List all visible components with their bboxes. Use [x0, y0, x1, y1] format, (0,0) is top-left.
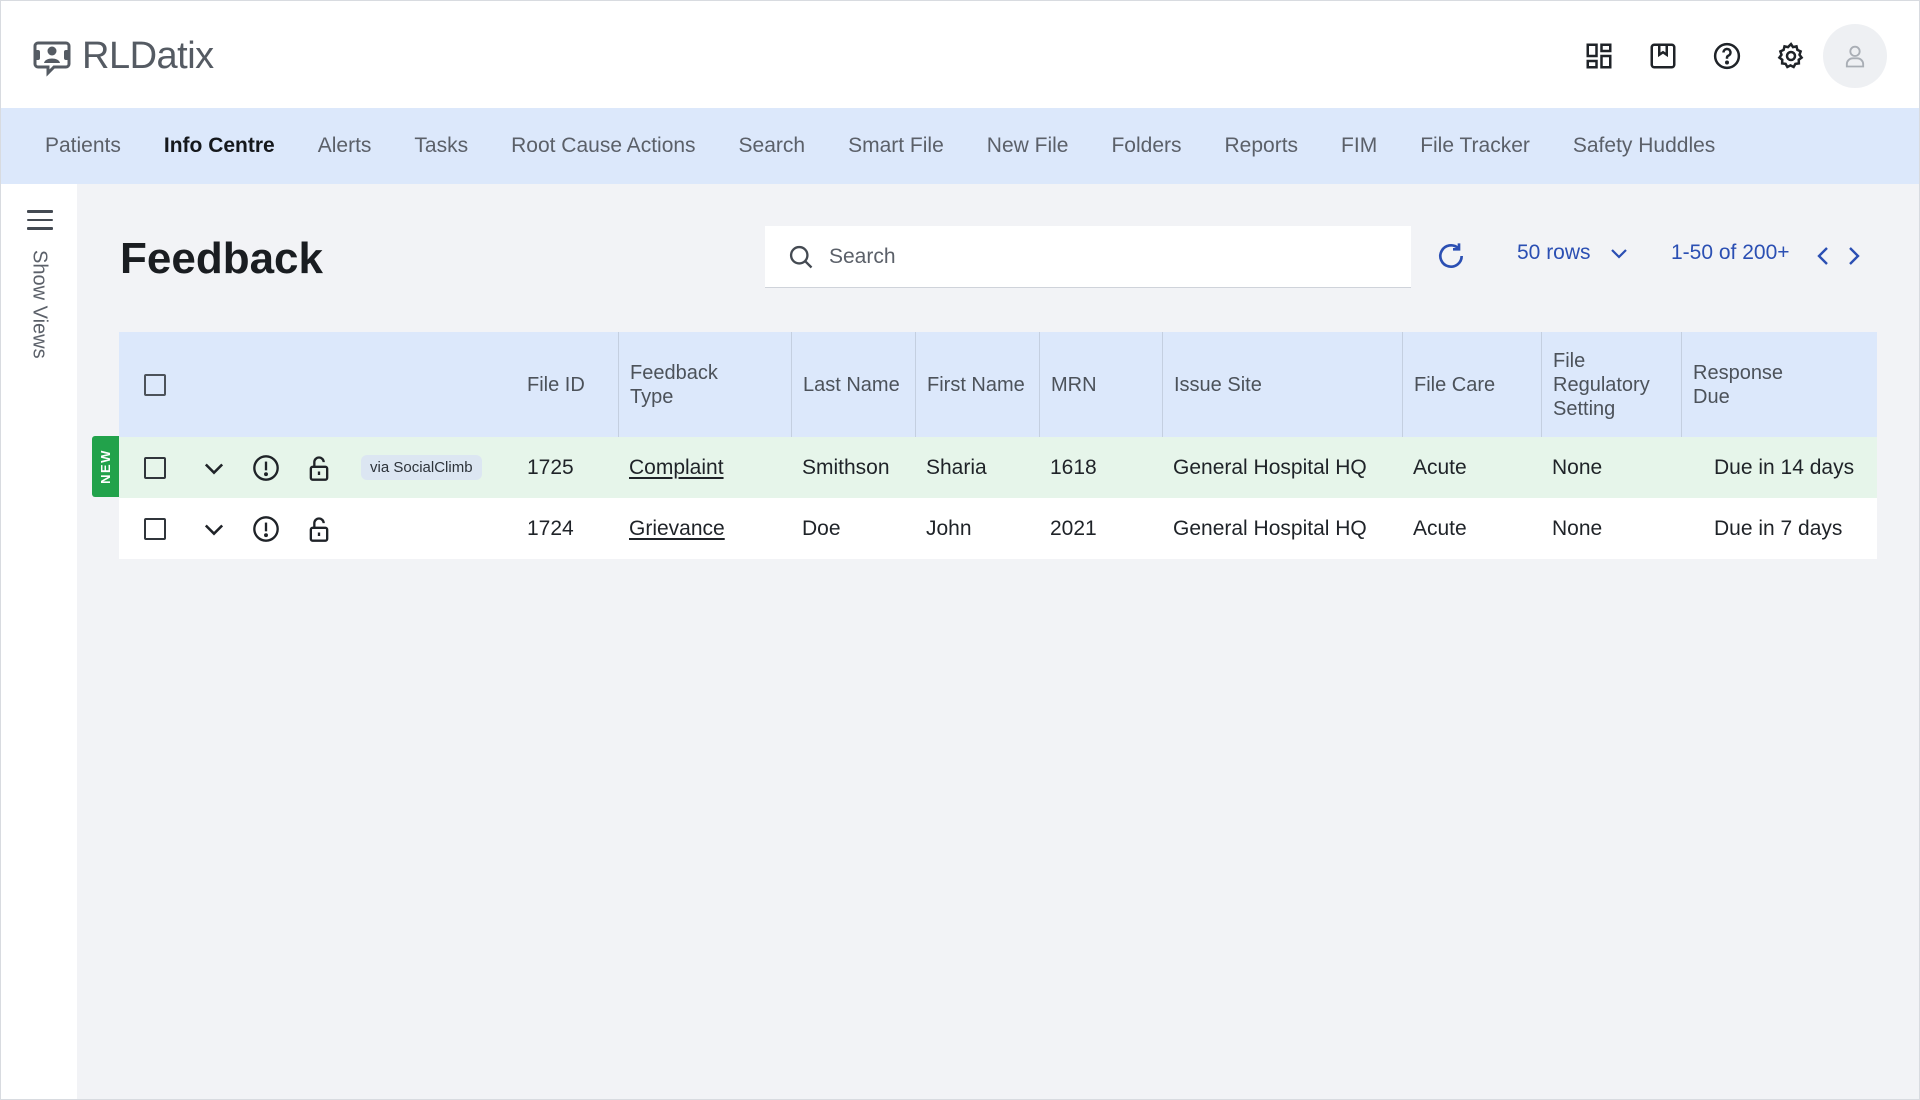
nav-item-new-file[interactable]: New File [987, 134, 1069, 158]
cell-first-name: John [926, 516, 972, 540]
nav-item-patients[interactable]: Patients [45, 134, 121, 158]
brand-name: RLDatix [82, 35, 214, 77]
chevron-right-icon[interactable] [1843, 243, 1865, 269]
search-input[interactable] [829, 244, 1389, 269]
brand-logo[interactable]: RLDatix [32, 35, 214, 78]
cell-regulatory-setting: None [1552, 516, 1603, 540]
bookmark-button[interactable] [1631, 25, 1695, 87]
select-all-cell [133, 332, 166, 437]
cell-last-name: Doe [802, 516, 841, 540]
nav-item-file-tracker[interactable]: File Tracker [1420, 134, 1530, 158]
nav-item-reports[interactable]: Reports [1225, 134, 1299, 158]
cell-response-due: Due in 14 days [1714, 455, 1855, 479]
settings-icon [1777, 42, 1804, 69]
rows-per-page-value: 50 rows [1517, 241, 1591, 264]
settings-button[interactable] [1759, 25, 1823, 87]
new-badge-label: NEW [98, 449, 113, 484]
unlock-icon[interactable] [305, 454, 333, 482]
table-row[interactable]: 1724 Grievance Doe John 2021 General Hos… [119, 498, 1877, 559]
col-regulatory-setting[interactable]: File Regulatory Setting [1541, 332, 1681, 437]
col-feedback-type-line2: Type [630, 385, 674, 408]
nav-item-tasks[interactable]: Tasks [414, 134, 468, 158]
chevron-down-icon[interactable] [200, 454, 228, 482]
user-avatar[interactable] [1823, 24, 1887, 88]
menu-icon[interactable] [27, 210, 53, 230]
feedback-table: File ID Feedback Type Last Name First Nam… [119, 332, 1877, 559]
feedback-type-link[interactable]: Grievance [629, 517, 725, 541]
feedback-type-link[interactable]: Complaint [629, 456, 724, 480]
pagination-range: 1-50 of 200+ [1671, 241, 1790, 264]
cell-issue-site: General Hospital HQ [1173, 516, 1367, 540]
col-first-name[interactable]: First Name [915, 332, 1039, 437]
source-badge: via SocialClimb [361, 455, 482, 480]
alert-icon[interactable] [252, 454, 280, 482]
logo-icon [33, 41, 71, 77]
alert-icon[interactable] [252, 515, 280, 543]
unlock-icon[interactable] [305, 515, 333, 543]
col-reg-line3: Setting [1553, 397, 1616, 420]
cell-issue-site: General Hospital HQ [1173, 455, 1367, 479]
nav-item-info-centre[interactable]: Info Centre [164, 134, 275, 158]
cell-file-care: Acute [1413, 455, 1467, 479]
bookmark-icon [1650, 43, 1676, 69]
col-response-line1: Response [1693, 361, 1784, 384]
show-views-toggle[interactable]: Show Views [28, 250, 51, 359]
top-header: RLDatix [1, 1, 1919, 108]
col-file-id[interactable]: File ID [516, 332, 585, 437]
cell-file-id: 1725 [527, 455, 574, 479]
help-button[interactable] [1695, 25, 1759, 87]
nav-item-search[interactable]: Search [739, 134, 806, 158]
nav-item-smart-file[interactable]: Smart File [848, 134, 944, 158]
col-reg-line1: File [1553, 349, 1586, 372]
col-reg-line2: Regulatory [1553, 373, 1650, 396]
search-icon [789, 245, 813, 268]
chevron-left-icon[interactable] [1812, 243, 1834, 269]
table-header: File ID Feedback Type Last Name First Nam… [119, 332, 1877, 437]
user-avatar-icon [1845, 45, 1865, 68]
nav-item-alerts[interactable]: Alerts [318, 134, 372, 158]
nav-item-fim[interactable]: FIM [1341, 134, 1377, 158]
cell-file-id: 1724 [527, 516, 574, 540]
dashboard-icon [1586, 43, 1612, 69]
col-issue-site[interactable]: Issue Site [1162, 332, 1402, 437]
help-icon [1713, 42, 1741, 70]
nav-item-safety-huddles[interactable]: Safety Huddles [1573, 134, 1715, 158]
page-title: Feedback [120, 234, 323, 283]
views-sidebar: Show Views [1, 184, 77, 1099]
col-response-line2: Due [1693, 385, 1730, 408]
dashboard-button[interactable] [1567, 25, 1631, 87]
row-checkbox[interactable] [144, 517, 166, 540]
nav-item-root-cause-actions[interactable]: Root Cause Actions [511, 134, 695, 158]
cell-last-name: Smithson [802, 455, 890, 479]
col-file-care[interactable]: File Care [1402, 332, 1541, 437]
chevron-down-icon[interactable] [200, 515, 228, 543]
cell-response-due: Due in 7 days [1714, 516, 1843, 540]
table-row[interactable]: via SocialClimb 1725 Complaint Smithson … [119, 437, 1877, 498]
cell-file-care: Acute [1413, 516, 1467, 540]
main-nav: Patients Info Centre Alerts Tasks Root C… [1, 108, 1919, 184]
nav-item-folders[interactable]: Folders [1111, 134, 1181, 158]
refresh-icon[interactable] [1435, 240, 1467, 272]
main-content: Feedback 50 rows 1-50 of 200+ File ID [77, 184, 1919, 1099]
cell-mrn: 2021 [1050, 516, 1097, 540]
search-box [765, 226, 1411, 288]
app-window: RLDatix Patients Info Centre Alerts Task… [0, 0, 1920, 1100]
header-actions [1567, 24, 1887, 88]
cell-regulatory-setting: None [1552, 455, 1603, 479]
cell-first-name: Sharia [926, 455, 987, 479]
col-response-due[interactable]: Response Due [1681, 332, 1877, 437]
rows-per-page-select[interactable]: 50 rows [1517, 241, 1631, 265]
select-all-checkbox[interactable] [144, 373, 166, 396]
row-checkbox[interactable] [144, 456, 166, 479]
col-feedback-type-line1: Feedback [630, 361, 718, 384]
col-mrn[interactable]: MRN [1039, 332, 1162, 437]
new-badge: NEW [92, 436, 119, 497]
cell-mrn: 1618 [1050, 455, 1097, 479]
col-last-name[interactable]: Last Name [791, 332, 915, 437]
chevron-down-icon [1610, 249, 1627, 259]
col-feedback-type[interactable]: Feedback Type [618, 332, 791, 437]
